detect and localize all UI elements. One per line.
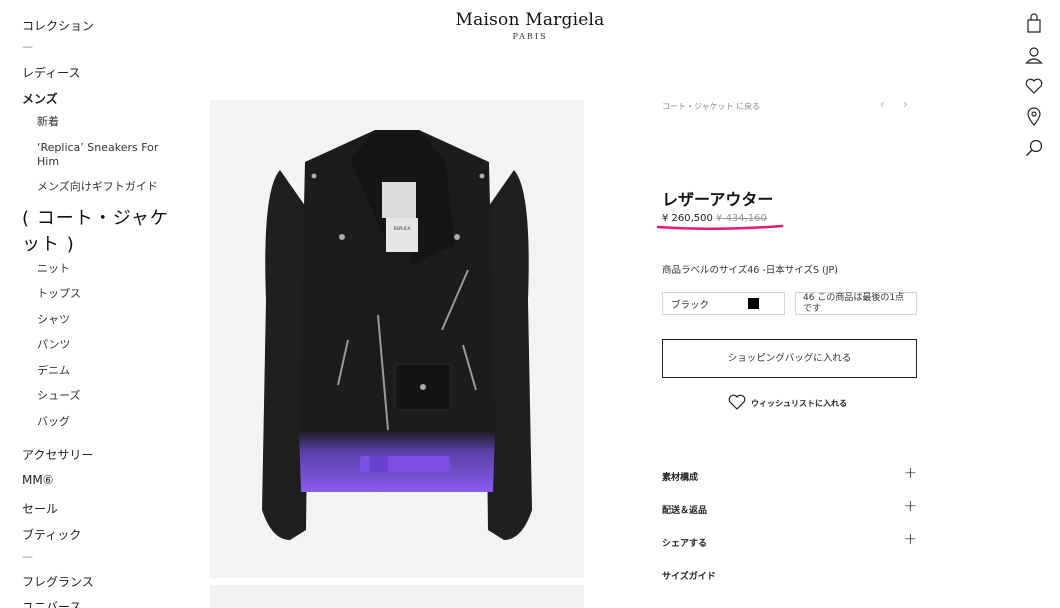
search-icon[interactable] [1023, 137, 1045, 159]
back-to-category-link[interactable]: コート・ジャケット に戻る [662, 101, 760, 112]
nav-shirts[interactable]: シャツ [37, 313, 70, 327]
brand-sub: PARIS [512, 32, 548, 41]
nav-tops[interactable]: トップス [37, 287, 81, 301]
nav-bags[interactable]: バッグ [37, 415, 70, 429]
heart-icon[interactable] [1023, 75, 1045, 97]
product-page: コレクション — レディース メンズ 新着 ‘Replica’ Sneakers… [0, 0, 1060, 608]
nav-pants[interactable]: パンツ [37, 338, 71, 352]
nav-boutique[interactable]: ブティック [22, 526, 81, 543]
nav-mens-gift-guide[interactable]: メンズ向けギフトガイド [37, 180, 158, 194]
accordion-share[interactable]: シェアする + [662, 529, 917, 552]
nav-denim[interactable]: デニム [37, 364, 70, 378]
color-select[interactable]: ブラック [662, 292, 785, 315]
nav-accessories[interactable]: アクセサリー [22, 446, 93, 463]
nav-mm6[interactable]: MM⑥ [22, 473, 53, 487]
plus-icon: + [903, 529, 917, 548]
accordion-label: サイズガイド [662, 572, 716, 582]
price-highlight-underline [656, 224, 784, 230]
jacket-illustration: REPLICA [262, 130, 532, 540]
bag-icon[interactable] [1023, 12, 1045, 34]
accordion-label: 素材構成 [662, 473, 699, 483]
size-info-label: 商品ラベルのサイズ46 -日本サイズS (JP) [662, 265, 838, 276]
prev-product-button[interactable]: ‹ [880, 97, 885, 111]
heart-icon [728, 394, 746, 410]
sidebar-nav: コレクション — レディース メンズ 新着 ‘Replica’ Sneakers… [0, 0, 190, 608]
nav-sale[interactable]: セール [22, 500, 58, 517]
nav-mens-replica-sneakers[interactable]: ‘Replica’ Sneakers For Him [37, 141, 167, 169]
next-product-button[interactable]: › [903, 97, 908, 111]
product-title: レザーアウター [662, 190, 774, 209]
plus-icon: + [903, 463, 917, 482]
nav-collection[interactable]: コレクション [22, 17, 94, 34]
nav-fragrance[interactable]: フレグランス [22, 573, 94, 590]
jacket-label-tag-text: REPLICA [394, 226, 411, 231]
location-icon[interactable] [1023, 105, 1045, 127]
plus-icon: + [903, 496, 917, 515]
color-swatch [748, 298, 759, 309]
add-to-bag-button[interactable]: ショッピングバッグに入れる [662, 339, 917, 378]
nav-mens[interactable]: メンズ [22, 90, 58, 107]
size-guide-link[interactable]: サイズガイド [662, 565, 917, 585]
accordion-materials[interactable]: 素材構成 + [662, 463, 917, 486]
wishlist-label: ウィッシュリストに入れる [751, 399, 847, 408]
nav-separator: — [22, 550, 33, 563]
nav-universe[interactable]: ユニバース [22, 598, 81, 608]
accordion-shipping-returns[interactable]: 配送＆返品 + [662, 496, 917, 519]
user-icon[interactable] [1023, 44, 1045, 66]
nav-current-category: ( コート・ジャケット ) [22, 208, 169, 255]
nav-ladies[interactable]: レディース [22, 64, 81, 81]
size-select[interactable]: 46 この商品は最後の1点です [795, 292, 917, 315]
nav-shoes[interactable]: シューズ [37, 389, 80, 403]
nav-separator: — [22, 40, 33, 53]
brand-name: Maison Margiela [455, 10, 605, 30]
color-select-value: ブラック [671, 300, 710, 311]
accordion-label: 配送＆返品 [662, 506, 708, 516]
product-image-secondary[interactable] [210, 585, 584, 608]
nav-mens-new[interactable]: 新着 [37, 115, 59, 129]
brand-logo[interactable]: Maison Margiela PARIS [430, 10, 630, 41]
accordion-label: シェアする [662, 539, 708, 549]
product-image-main[interactable]: REPLICA [210, 100, 584, 578]
nav-knit[interactable]: ニット [37, 262, 70, 276]
